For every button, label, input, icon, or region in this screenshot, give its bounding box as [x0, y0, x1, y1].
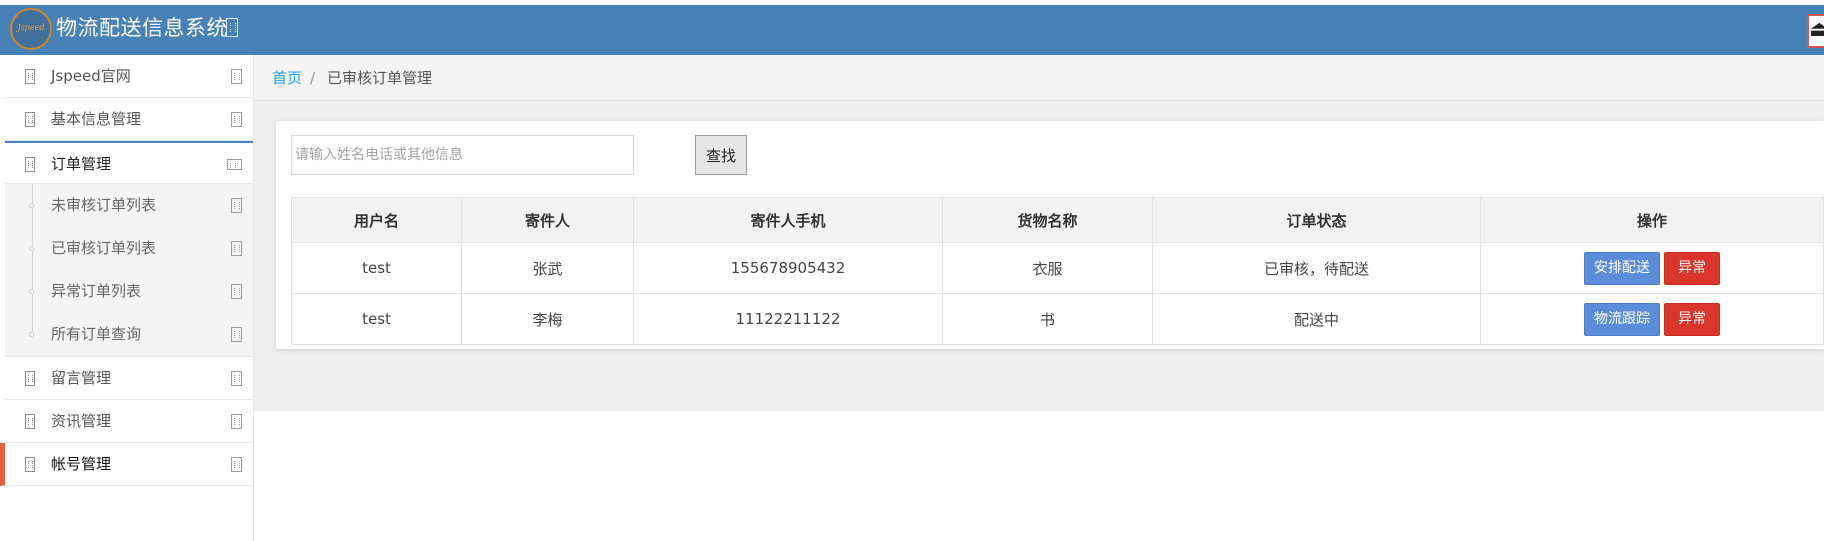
- table-row: test 李梅 11122211122 书 配送中 物流跟踪 异常: [291, 293, 1824, 345]
- sidebar-item-messages[interactable]: 留言管理: [5, 357, 253, 400]
- tree-node-dot: [29, 203, 34, 208]
- sidebar-subitem-label: 已审核订单列表: [51, 239, 157, 257]
- cell-username: test: [291, 293, 462, 345]
- broken-image-icon: [25, 414, 35, 429]
- sidebar-subitem-label: 未审核订单列表: [51, 196, 157, 214]
- breadcrumb-home-link[interactable]: 首页: [272, 55, 302, 101]
- broken-image-icon: [25, 69, 35, 84]
- table-header-row: 用户名 寄件人 寄件人手机 货物名称 订单状态 操作: [291, 197, 1824, 243]
- cell-sender-phone: 11122211122: [633, 293, 943, 345]
- table-row: test 张武 155678905432 衣服 已审核，待配送 安排配送 异常: [291, 242, 1824, 294]
- sidebar-item-news[interactable]: 资讯管理: [5, 400, 253, 443]
- broken-image-icon: [25, 371, 35, 386]
- chevron-right-icon: [231, 371, 242, 386]
- broken-image-icon: [231, 198, 242, 213]
- column-header-username: 用户名: [291, 197, 462, 243]
- chevron-right-icon: [231, 414, 242, 429]
- sidebar-item-label: 帐号管理: [51, 455, 112, 473]
- breadcrumb-current: 已审核订单管理: [327, 69, 433, 87]
- sidebar-item-orders[interactable]: 订单管理: [5, 141, 253, 184]
- top-bar: Jspeed 物流配送信息系统 ⏏: [0, 0, 1824, 55]
- arrange-delivery-button[interactable]: 安排配送: [1584, 251, 1660, 285]
- cell-sender-phone: 155678905432: [633, 242, 943, 294]
- sidebar-item-jspeed-site[interactable]: Jspeed官网: [5, 55, 253, 98]
- orders-table: 用户名 寄件人 寄件人手机 货物名称 订单状态 操作 test 张武 15567…: [291, 197, 1824, 345]
- sidebar-subitem-reviewed-orders[interactable]: 已审核订单列表: [5, 227, 253, 270]
- cell-status: 已审核，待配送: [1152, 242, 1481, 294]
- sidebar-item-label: Jspeed官网: [51, 67, 131, 85]
- broken-image-icon: [25, 112, 35, 127]
- sidebar-subitem-label: 所有订单查询: [51, 325, 142, 343]
- tree-node-dot: [29, 332, 34, 337]
- mark-abnormal-button[interactable]: 异常: [1664, 302, 1720, 336]
- tree-node-dot: [29, 289, 34, 294]
- orders-card: 查找 用户名 寄件人 寄件人手机 货物名称 订单状态 操作 test 张武 15…: [276, 121, 1824, 349]
- chevron-right-icon: [231, 457, 242, 472]
- sidebar-item-accounts[interactable]: 帐号管理: [0, 443, 253, 486]
- breadcrumb-separator: /: [310, 69, 316, 87]
- chevron-down-icon: [227, 159, 242, 170]
- tree-node-dot: [29, 246, 34, 251]
- broken-image-icon: [231, 241, 242, 256]
- breadcrumb: 首页 / 已审核订单管理: [254, 55, 1824, 101]
- sidebar-subitem-abnormal-orders[interactable]: 异常订单列表: [5, 270, 253, 313]
- sidebar-subitem-all-orders[interactable]: 所有订单查询: [5, 313, 253, 356]
- cell-goods: 衣服: [942, 242, 1153, 294]
- cell-status: 配送中: [1152, 293, 1481, 345]
- broken-image-icon: [231, 284, 242, 299]
- broken-image-icon: [25, 457, 35, 472]
- sidebar-item-label: 基本信息管理: [51, 110, 142, 128]
- chevron-right-icon: [231, 112, 242, 127]
- logout-icon[interactable]: ⏏: [1807, 14, 1824, 48]
- column-header-sender-phone: 寄件人手机: [633, 197, 943, 243]
- sidebar-item-basic-info[interactable]: 基本信息管理: [5, 98, 253, 141]
- cell-sender: 李梅: [461, 293, 634, 345]
- header-band: [0, 5, 1824, 55]
- broken-image-icon: [226, 18, 238, 37]
- broken-image-icon: [25, 157, 35, 172]
- cell-sender: 张武: [461, 242, 634, 294]
- logo-text: Jspeed: [17, 23, 45, 32]
- sidebar-subitem-unreviewed-orders[interactable]: 未审核订单列表: [5, 184, 253, 227]
- sidebar-subitem-label: 异常订单列表: [51, 282, 142, 300]
- chevron-right-icon: [231, 69, 242, 84]
- sidebar: Jspeed官网 基本信息管理 订单管理 未审核订单列表 已审核订单列表 异常订…: [0, 55, 254, 541]
- sidebar-item-label: 留言管理: [51, 369, 112, 387]
- sidebar-item-label: 资讯管理: [51, 412, 112, 430]
- cell-actions: 安排配送 异常: [1480, 242, 1824, 294]
- search-button[interactable]: 查找: [695, 135, 747, 175]
- column-header-status: 订单状态: [1152, 197, 1481, 243]
- track-logistics-button[interactable]: 物流跟踪: [1584, 302, 1660, 336]
- cell-goods: 书: [942, 293, 1153, 345]
- cell-actions: 物流跟踪 异常: [1480, 293, 1824, 345]
- app-title: 物流配送信息系统: [56, 16, 228, 40]
- logo: Jspeed: [10, 8, 52, 50]
- column-header-actions: 操作: [1480, 197, 1824, 243]
- broken-image-icon: [231, 327, 242, 342]
- cell-username: test: [291, 242, 462, 294]
- column-header-sender: 寄件人: [461, 197, 634, 243]
- sidebar-item-label: 订单管理: [51, 155, 112, 173]
- orders-submenu: 未审核订单列表 已审核订单列表 异常订单列表 所有订单查询: [5, 184, 253, 357]
- column-header-goods: 货物名称: [942, 197, 1153, 243]
- mark-abnormal-button[interactable]: 异常: [1664, 251, 1720, 285]
- search-input[interactable]: [291, 135, 634, 175]
